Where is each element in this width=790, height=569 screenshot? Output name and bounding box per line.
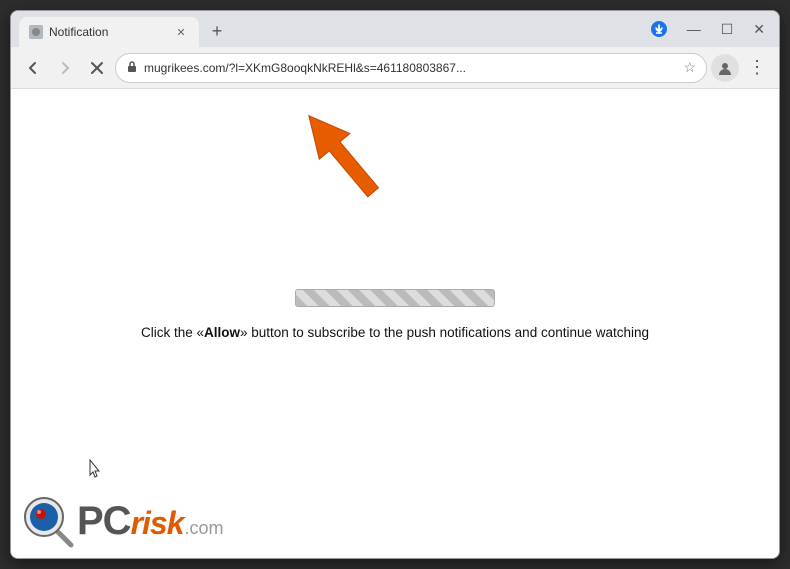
mouse-cursor bbox=[89, 459, 101, 477]
com-text: .com bbox=[185, 518, 224, 539]
bookmark-icon[interactable]: ☆ bbox=[683, 59, 696, 76]
url-text: mugrikees.com/?l=XKmG8ooqkNkREHl&s=46118… bbox=[144, 61, 677, 75]
pcrisk-icon bbox=[21, 494, 75, 548]
new-tab-button[interactable]: + bbox=[203, 17, 231, 45]
minimize-button[interactable]: — bbox=[681, 19, 707, 39]
tab-close-button[interactable]: ✕ bbox=[173, 24, 189, 40]
tab-title: Notification bbox=[49, 25, 169, 39]
maximize-button[interactable]: ☐ bbox=[715, 19, 740, 40]
pcrisk-text-group: PC risk .com bbox=[77, 499, 224, 544]
toolbar: mugrikees.com/?l=XKmG8ooqkNkREHl&s=46118… bbox=[11, 47, 779, 89]
pc-text: PC bbox=[77, 499, 131, 544]
progress-area: Click the «Allow» button to subscribe to… bbox=[141, 289, 649, 343]
download-button[interactable] bbox=[645, 15, 673, 43]
profile-button[interactable] bbox=[711, 54, 739, 82]
back-button[interactable] bbox=[19, 54, 47, 82]
arrow-indicator bbox=[291, 99, 391, 214]
tab-favicon bbox=[29, 25, 43, 39]
security-icon bbox=[126, 60, 138, 76]
progress-bar bbox=[295, 289, 495, 307]
close-button[interactable]: ✕ bbox=[747, 19, 771, 40]
page-content: Click the «Allow» button to subscribe to… bbox=[11, 89, 779, 558]
browser-window: Notification ✕ + — ☐ ✕ bbox=[10, 10, 780, 559]
address-bar[interactable]: mugrikees.com/?l=XKmG8ooqkNkREHl&s=46118… bbox=[115, 53, 707, 83]
active-tab[interactable]: Notification ✕ bbox=[19, 17, 199, 47]
stop-reload-button[interactable] bbox=[83, 54, 111, 82]
forward-button[interactable] bbox=[51, 54, 79, 82]
risk-text: risk bbox=[131, 505, 184, 542]
notification-message: Click the «Allow» button to subscribe to… bbox=[141, 323, 649, 343]
pcrisk-logo: PC risk .com bbox=[21, 494, 224, 548]
window-controls: — ☐ ✕ bbox=[645, 15, 771, 43]
menu-button[interactable]: ⋮ bbox=[743, 54, 771, 82]
tab-bar: Notification ✕ + — ☐ ✕ bbox=[11, 11, 779, 47]
